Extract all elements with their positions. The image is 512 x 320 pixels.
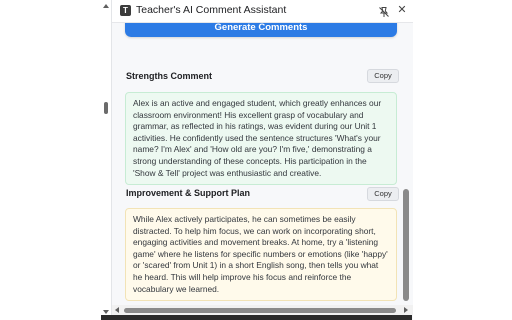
copy-improvement-button[interactable]: Copy — [367, 187, 399, 201]
scroll-down-arrow-icon[interactable] — [103, 310, 109, 314]
strengths-comment-text: Alex is an active and engaged student, w… — [125, 92, 397, 186]
close-icon[interactable]: ✕ — [396, 4, 408, 16]
panel-titlebar: T Teacher's AI Comment Assistant ✕ — [112, 0, 413, 23]
strengths-heading: Strengths Comment — [126, 71, 213, 81]
panel-horizontal-scrollbar[interactable] — [112, 305, 413, 315]
generate-comments-button[interactable]: Generate Comments — [125, 23, 397, 37]
bottom-edge-bar — [101, 315, 412, 320]
scroll-left-arrow-icon[interactable] — [115, 307, 119, 313]
panel-title: Teacher's AI Comment Assistant — [136, 4, 287, 16]
improvement-plan-text: While Alex actively participates, he can… — [125, 208, 397, 302]
screen: T Teacher's AI Comment Assistant ✕ Gener… — [0, 0, 512, 320]
panel-vertical-scrollbar[interactable] — [401, 23, 411, 306]
app-icon: T — [120, 5, 131, 16]
panel-content: Generate Comments Strengths Comment Copy… — [112, 23, 413, 314]
panel-horizontal-scrollbar-thumb[interactable] — [124, 308, 396, 313]
host-page-scrollbar[interactable] — [101, 0, 111, 320]
scrollbar-thumb[interactable] — [104, 102, 108, 114]
improvement-heading: Improvement & Support Plan — [126, 188, 251, 198]
pin-icon[interactable] — [378, 5, 390, 17]
copy-strengths-button[interactable]: Copy — [367, 69, 399, 83]
panel-vertical-scrollbar-thumb[interactable] — [403, 189, 409, 301]
side-panel: T Teacher's AI Comment Assistant ✕ Gener… — [111, 0, 413, 320]
scroll-up-arrow-icon[interactable] — [103, 4, 109, 8]
scroll-right-arrow-icon[interactable] — [404, 307, 408, 313]
